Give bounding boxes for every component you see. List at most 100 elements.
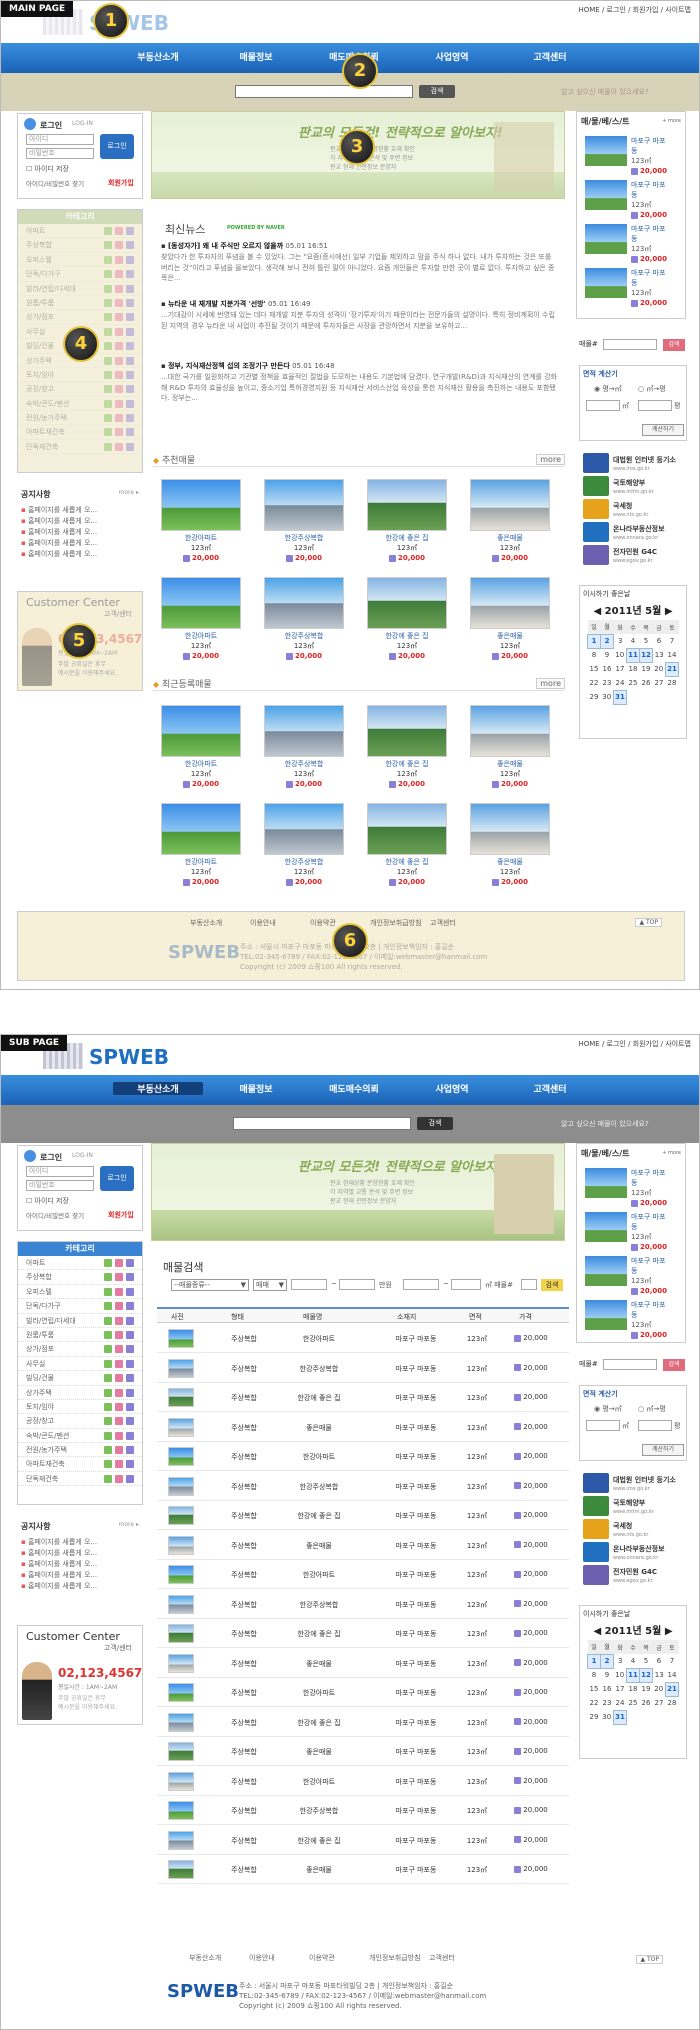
category-tag-icon[interactable] (115, 1316, 123, 1325)
best-item[interactable]: 마포구 마포동 123㎡ 20,000 (585, 1300, 679, 1339)
category-tag-icon[interactable] (104, 1474, 112, 1483)
category-tag-icon[interactable] (126, 270, 134, 279)
news-item[interactable]: ▪ [동성자가] 왜 내 주식만 오르지 않을까 05.01 16:51 찾았다가… (161, 241, 559, 284)
calendar-day[interactable]: 31 (613, 1709, 627, 1725)
footer-link[interactable]: 부동산소개 (190, 918, 222, 928)
best-photo[interactable] (585, 1212, 627, 1242)
best-more[interactable]: + more (662, 1150, 681, 1156)
category-tag-icon[interactable] (126, 327, 134, 336)
nav-item-business[interactable]: 사업영역 (407, 1082, 497, 1095)
external-link[interactable]: 전자민원 G4C www.egov.go.kr (583, 1565, 687, 1587)
category-tag-icon[interactable] (104, 1316, 112, 1325)
category-tag-icon[interactable] (115, 1273, 123, 1282)
listing-card[interactable]: 좋은매물 123㎡ 20,000 (470, 577, 550, 661)
footer-link[interactable]: 개인정보취급방침 (370, 918, 422, 928)
listing-thumb[interactable] (168, 1329, 194, 1348)
category-item[interactable]: 숙박/콘도/펜션 (18, 1429, 142, 1444)
external-link[interactable]: 국세청 www.nts.go.kr (583, 499, 687, 521)
calendar-day[interactable]: 16 (601, 1682, 614, 1696)
category-tag-icon[interactable] (104, 370, 112, 379)
table-row[interactable]: 주상복합 한강주상복합 마포구 마포동 123㎡ 20,000 (157, 1355, 569, 1383)
listing-photo[interactable] (470, 479, 550, 531)
listing-name[interactable]: 좋은매물 (470, 857, 550, 867)
cell-name[interactable]: 한강에 좋은 집 (281, 1511, 357, 1521)
category-tag-icon[interactable] (115, 313, 123, 322)
calc-radio-2[interactable]: ○ ㎡→평 (638, 1404, 666, 1414)
category-tag-icon[interactable] (126, 385, 134, 394)
calendar-day[interactable]: 26 (640, 1696, 653, 1710)
calendar-day[interactable]: 17 (614, 1682, 627, 1696)
calendar-day[interactable]: 14 (666, 1668, 679, 1682)
category-tag-icon[interactable] (126, 1316, 134, 1325)
category-tag-icon[interactable] (115, 1287, 123, 1296)
category-item[interactable]: 단독재건축 (18, 1472, 142, 1487)
table-row[interactable]: 주상복합 한강주상복합 마포구 마포동 123㎡ 20,000 (157, 1473, 569, 1501)
best-item[interactable]: 마포구 마포동 123㎡ 20,000 (585, 1212, 679, 1251)
listing-photo[interactable] (367, 479, 447, 531)
calendar-day[interactable]: 7 (666, 634, 679, 648)
category-tag-icon[interactable] (126, 298, 134, 307)
calc-radio-2[interactable]: ○ ㎡→평 (638, 384, 666, 394)
calendar-day[interactable]: 14 (666, 648, 679, 662)
notice-item[interactable]: ▪ 홈페이지를 새롭게 오... (17, 1570, 143, 1581)
nav-item-support[interactable]: 고객센터 (505, 1082, 595, 1095)
category-tag-icon[interactable] (104, 1259, 112, 1267)
notice-more[interactable]: more ▸ (119, 1521, 139, 1528)
listing-photo[interactable] (264, 577, 344, 629)
table-row[interactable]: 주상복합 한강주상복합 마포구 마포동 123㎡ 20,000 (157, 1797, 569, 1825)
category-tag-icon[interactable] (104, 399, 112, 408)
top-links-sub[interactable]: HOME / 로그인 / 회원가입 / 사이트맵 (578, 1039, 691, 1049)
join-link[interactable]: 회원가입 (108, 1210, 134, 1220)
category-tag-icon[interactable] (126, 1388, 134, 1397)
calc-radio-1[interactable]: ◉ 평→㎡ (594, 384, 622, 394)
recent-more[interactable]: more (536, 678, 565, 689)
calendar-day[interactable]: 5 (640, 634, 653, 648)
category-item[interactable]: 상가/점포 (18, 310, 142, 325)
table-row[interactable]: 주상복합 한강아파트 마포구 마포동 123㎡ 20,000 (157, 1561, 569, 1589)
category-tag-icon[interactable] (115, 385, 123, 394)
category-tag-icon[interactable] (126, 1287, 134, 1296)
listing-thumb[interactable] (168, 1653, 194, 1673)
footer-link[interactable]: 이용안내 (249, 1953, 275, 1963)
calc-input-2[interactable] (638, 1420, 672, 1431)
cell-name[interactable]: 한강주상복합 (281, 1364, 357, 1374)
password-input[interactable]: 비밀번호 (26, 1180, 94, 1191)
calendar-day[interactable]: 19 (640, 662, 653, 676)
table-row[interactable]: 주상복합 좋은매물 마포구 마포동 123㎡ 20,000 (157, 1532, 569, 1560)
listing-photo[interactable] (367, 705, 447, 757)
footer-link[interactable]: 이용안내 (250, 918, 276, 928)
listing-card[interactable]: 한강에 좋은 집 123㎡ 20,000 (367, 705, 447, 789)
cell-name[interactable]: 한강주상복합 (281, 1482, 357, 1492)
find-account-link[interactable]: 아이디/비밀번호 찾기 (26, 178, 84, 188)
calendar-day[interactable]: 30 (601, 690, 614, 704)
calendar-day[interactable]: 4 (627, 634, 640, 648)
category-item[interactable]: 빌딩/건물 (18, 1371, 142, 1386)
cell-name[interactable]: 한강아파트 (281, 1688, 357, 1698)
category-tag-icon[interactable] (115, 1431, 123, 1440)
cell-name[interactable]: 한강아파트 (281, 1570, 357, 1580)
category-tag-icon[interactable] (126, 1460, 134, 1469)
listing-thumb[interactable] (168, 1535, 194, 1555)
table-row[interactable]: 주상복합 한강아파트 마포구 마포동 123㎡ 20,000 (157, 1679, 569, 1707)
calendar-day[interactable]: 20 (653, 662, 666, 676)
listing-name[interactable]: 한강에 좋은 집 (367, 857, 447, 867)
listing-photo[interactable] (161, 479, 241, 531)
listing-photo[interactable] (367, 577, 447, 629)
price-max-input[interactable] (339, 1279, 375, 1290)
listing-photo[interactable] (264, 705, 344, 757)
notice-item[interactable]: ▪ 홈페이지를 새롭게 오... (17, 527, 143, 538)
calendar-day[interactable]: 18 (627, 662, 640, 676)
search-input[interactable] (235, 85, 413, 98)
category-tag-icon[interactable] (126, 414, 134, 423)
category-tag-icon[interactable] (126, 342, 134, 351)
category-tag-icon[interactable] (104, 1287, 112, 1296)
table-row[interactable]: 주상복합 한강주상복합 마포구 마포동 123㎡ 20,000 (157, 1591, 569, 1619)
search-input[interactable] (233, 1117, 411, 1130)
category-tag-icon[interactable] (126, 241, 134, 250)
search-button[interactable]: 검색 (419, 85, 455, 98)
notice-item[interactable]: ▪ 홈페이지를 새롭게 오... (17, 549, 143, 560)
category-tag-icon[interactable] (104, 298, 112, 307)
category-item[interactable]: 전원/농가주택 (18, 411, 142, 426)
prev-month-icon[interactable]: ◀ (593, 606, 601, 617)
category-item[interactable]: 단독/다가구 (18, 267, 142, 282)
